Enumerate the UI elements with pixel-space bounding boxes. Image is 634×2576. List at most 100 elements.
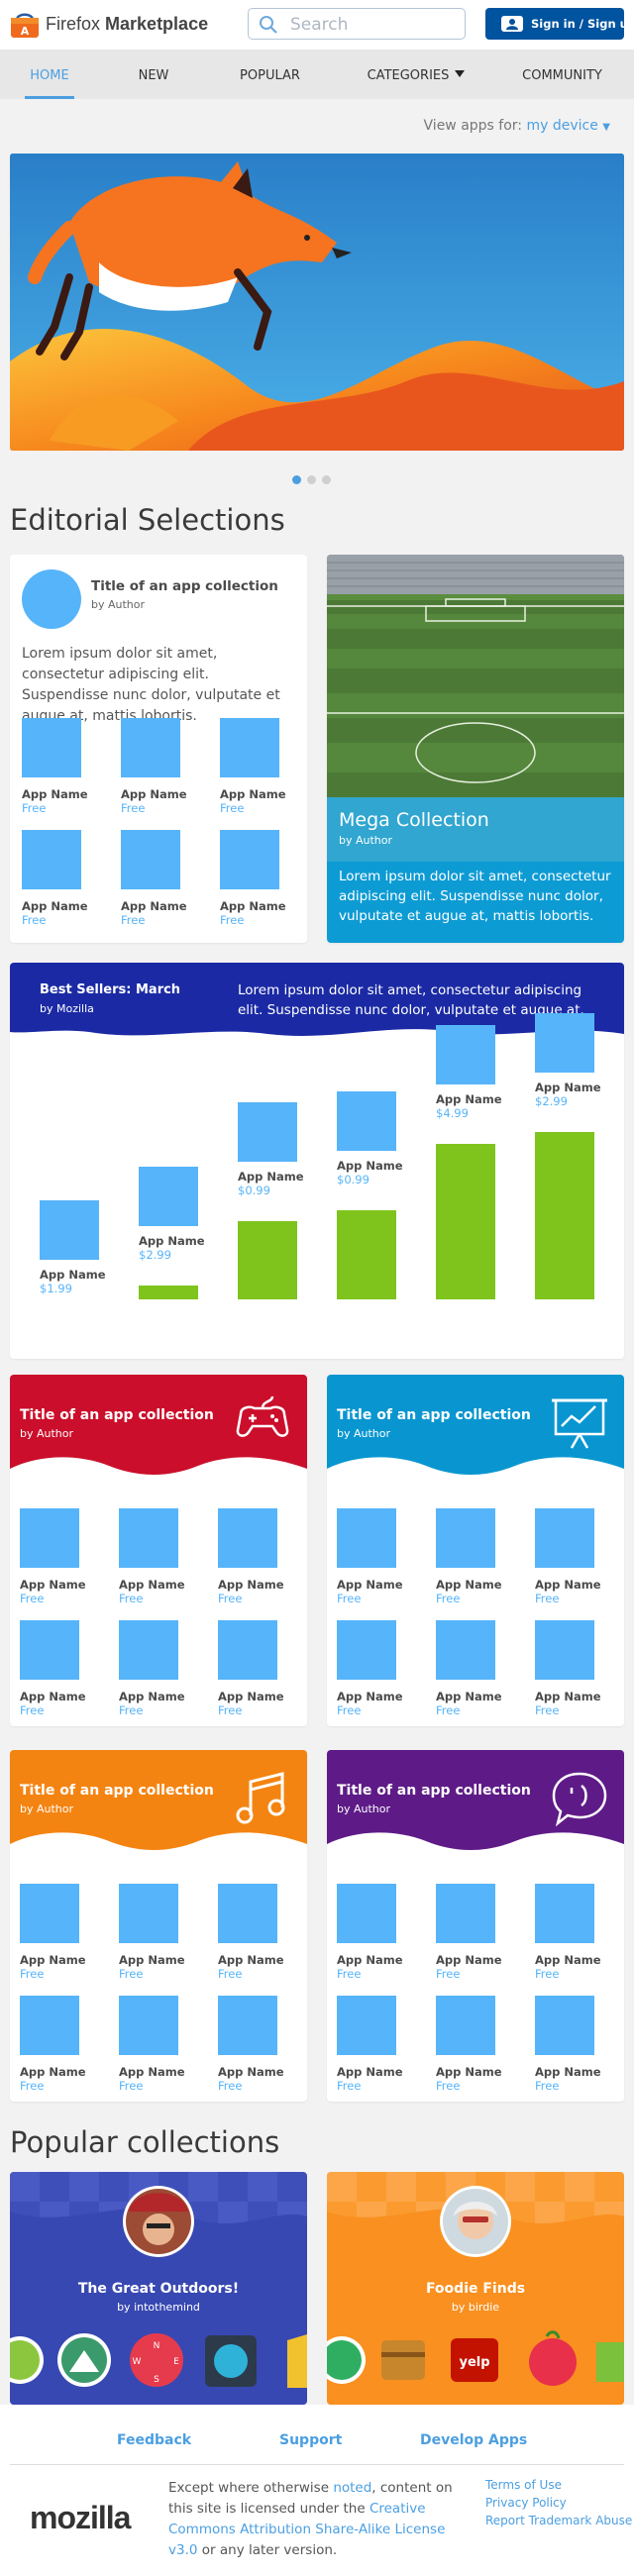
app-tile[interactable]: App Name Free [220, 830, 307, 929]
tab-new[interactable]: NEW [114, 50, 193, 99]
app-tile[interactable]: App Name Free [218, 1508, 307, 1607]
footer-develop-apps-link[interactable]: Develop Apps [420, 2432, 527, 2448]
collection-author[interactable]: by Author [91, 598, 145, 611]
app-tile[interactable]: App Name Free [337, 1996, 436, 2095]
music-note-icon [236, 1772, 285, 1824]
noted-link[interactable]: noted [333, 2480, 371, 2496]
device-selector[interactable]: my device ▼ [526, 118, 610, 134]
app-tile[interactable]: App Name Free [119, 1620, 218, 1719]
collection-title[interactable]: Title of an app collection [20, 1783, 214, 1799]
app-tile[interactable]: App Name Free [436, 1508, 535, 1607]
app-icon [119, 1996, 178, 2055]
hero-banner[interactable] [10, 154, 624, 451]
app-icon [337, 1996, 396, 2055]
site-header: A Firefox Marketplace Sign in / Sign up [0, 0, 634, 50]
mega-title[interactable]: Mega Collection [339, 809, 489, 831]
privacy-policy-link[interactable]: Privacy Policy [485, 2494, 632, 2512]
app-tile[interactable]: App Name Free [119, 1884, 218, 1983]
popular-collection-card[interactable]: The Great Outdoors! by intothemind N W E S [10, 2172, 307, 2405]
app-tile[interactable]: App Name Free [20, 1620, 119, 1719]
firefox-fox-illustration [10, 154, 624, 451]
mozilla-logo[interactable]: mozilla [30, 2500, 131, 2536]
app-tile[interactable]: App Name Free [22, 718, 121, 817]
app-tile[interactable]: App Name Free [119, 1996, 218, 2095]
app-tile[interactable]: App Name Free [218, 1996, 307, 2095]
carousel-dot-3[interactable] [322, 475, 331, 484]
app-tile[interactable]: App Name Free [337, 1508, 436, 1607]
caret-down-icon: ▼ [602, 122, 610, 133]
sign-in-button[interactable]: Sign in / Sign up [485, 8, 634, 40]
view-apps-for: View apps for: my device ▼ [423, 118, 610, 134]
app-tile[interactable]: App Name Free [121, 718, 220, 817]
app-icon [337, 1884, 396, 1943]
app-tile[interactable]: App Name Free [535, 1508, 624, 1607]
app-name: App Name [535, 1081, 601, 1094]
terms-of-use-link[interactable]: Terms of Use [485, 2476, 632, 2494]
carousel-dot-1[interactable] [292, 475, 301, 484]
carousel-dot-2[interactable] [307, 475, 316, 484]
themed-collection-card[interactable]: Title of an app collection by Author App N… [10, 1750, 307, 2102]
app-tile[interactable]: App Name Free [436, 1996, 535, 2095]
footer-support-link[interactable]: Support [279, 2432, 342, 2448]
collection-card[interactable]: Title of an app collection by Author Lor… [10, 555, 307, 943]
best-sellers-chart: App Name $1.99 App Name $2.99 App Name $0.99 A… [10, 1013, 624, 1359]
best-seller-app-tile[interactable]: App Name $2.99 [535, 1013, 624, 1112]
themed-collection-card[interactable]: Title of an app collection by Author App N… [327, 1375, 624, 1726]
app-tile[interactable]: App Name Free [535, 1620, 624, 1719]
collection-title[interactable]: Title of an app collection [20, 1407, 214, 1423]
app-tile[interactable]: App Name Free [436, 1620, 535, 1719]
search-input[interactable] [290, 14, 454, 36]
app-name: App Name [337, 1159, 403, 1173]
best-seller-app-tile[interactable]: App Name $2.99 [139, 1167, 228, 1266]
mega-collection-card[interactable]: Mega Collection by Author Lorem ipsum do… [327, 555, 624, 943]
themed-collection-card[interactable]: Title of an app collection by Author App N… [327, 1750, 624, 2102]
tab-community[interactable]: COMMUNITY [510, 50, 614, 99]
app-tile[interactable]: App Name Free [436, 1884, 535, 1983]
app-tile[interactable]: App Name Free [337, 1884, 436, 1983]
popular-collection-card[interactable]: Foodie Finds by birdie yelp [327, 2172, 624, 2405]
search-box[interactable] [248, 8, 466, 40]
best-seller-app-tile[interactable]: App Name $0.99 [238, 1102, 327, 1201]
main-nav: HOME NEW POPULAR CATEGORIES COMMUNITY [0, 50, 634, 99]
app-tile[interactable]: App Name Free [535, 1884, 624, 1983]
mega-author[interactable]: by Author [339, 834, 392, 847]
rank-bar [337, 1210, 396, 1299]
app-tile[interactable]: App Name Free [119, 1508, 218, 1607]
tab-categories[interactable]: CATEGORIES [357, 50, 476, 99]
collection-title[interactable]: Title of an app collection [337, 1407, 531, 1423]
best-sellers-card[interactable]: Best Sellers: March by Mozilla Lorem ips… [10, 963, 624, 1359]
app-tile[interactable]: App Name Free [218, 1884, 307, 1983]
report-trademark-abuse-link[interactable]: Report Trademark Abuse [485, 2512, 632, 2529]
app-tile[interactable]: App Name Free [121, 830, 220, 929]
collection-title[interactable]: Title of an app collection [91, 578, 278, 594]
best-seller-app-tile[interactable]: App Name $0.99 [337, 1091, 426, 1190]
app-icon [119, 1508, 178, 1568]
best-seller-app-tile[interactable]: App Name $1.99 [40, 1200, 129, 1299]
marketplace-logo-icon[interactable]: A [10, 11, 40, 39]
app-tile[interactable]: App Name Free [22, 830, 121, 929]
user-icon [501, 16, 523, 32]
sign-in-label: Sign in / Sign up [531, 17, 634, 31]
svg-text:yelp: yelp [459, 2355, 489, 2370]
tab-popular[interactable]: POPULAR [223, 50, 317, 99]
app-tile[interactable]: App Name Free [20, 1996, 119, 2095]
app-icon [218, 1620, 277, 1680]
best-seller-app-tile[interactable]: App Name $4.99 [436, 1025, 525, 1124]
popular-collection-title[interactable]: Foodie Finds [327, 2281, 624, 2297]
app-tile[interactable]: App Name Free [218, 1620, 307, 1719]
collection-title[interactable]: Title of an app collection [337, 1783, 531, 1799]
outdoors-app-icons: N W E S [10, 2333, 307, 2388]
popular-collection-title[interactable]: The Great Outdoors! [10, 2281, 307, 2297]
app-tile[interactable]: App Name Free [220, 718, 307, 817]
app-tile[interactable]: App Name Free [20, 1884, 119, 1983]
app-tile[interactable]: App Name Free [20, 1508, 119, 1607]
rank-bar [238, 1221, 297, 1299]
tab-home[interactable]: HOME [10, 50, 89, 99]
app-tile[interactable]: App Name Free [337, 1620, 436, 1719]
themed-collection-card[interactable]: Title of an app collection by Author App N… [10, 1375, 307, 1726]
brand-title[interactable]: Firefox Marketplace [46, 14, 208, 35]
app-tile[interactable]: App Name Free [535, 1996, 624, 2095]
best-sellers-title[interactable]: Best Sellers: March [40, 982, 180, 997]
footer-feedback-link[interactable]: Feedback [117, 2432, 191, 2448]
app-icon [218, 1884, 277, 1943]
